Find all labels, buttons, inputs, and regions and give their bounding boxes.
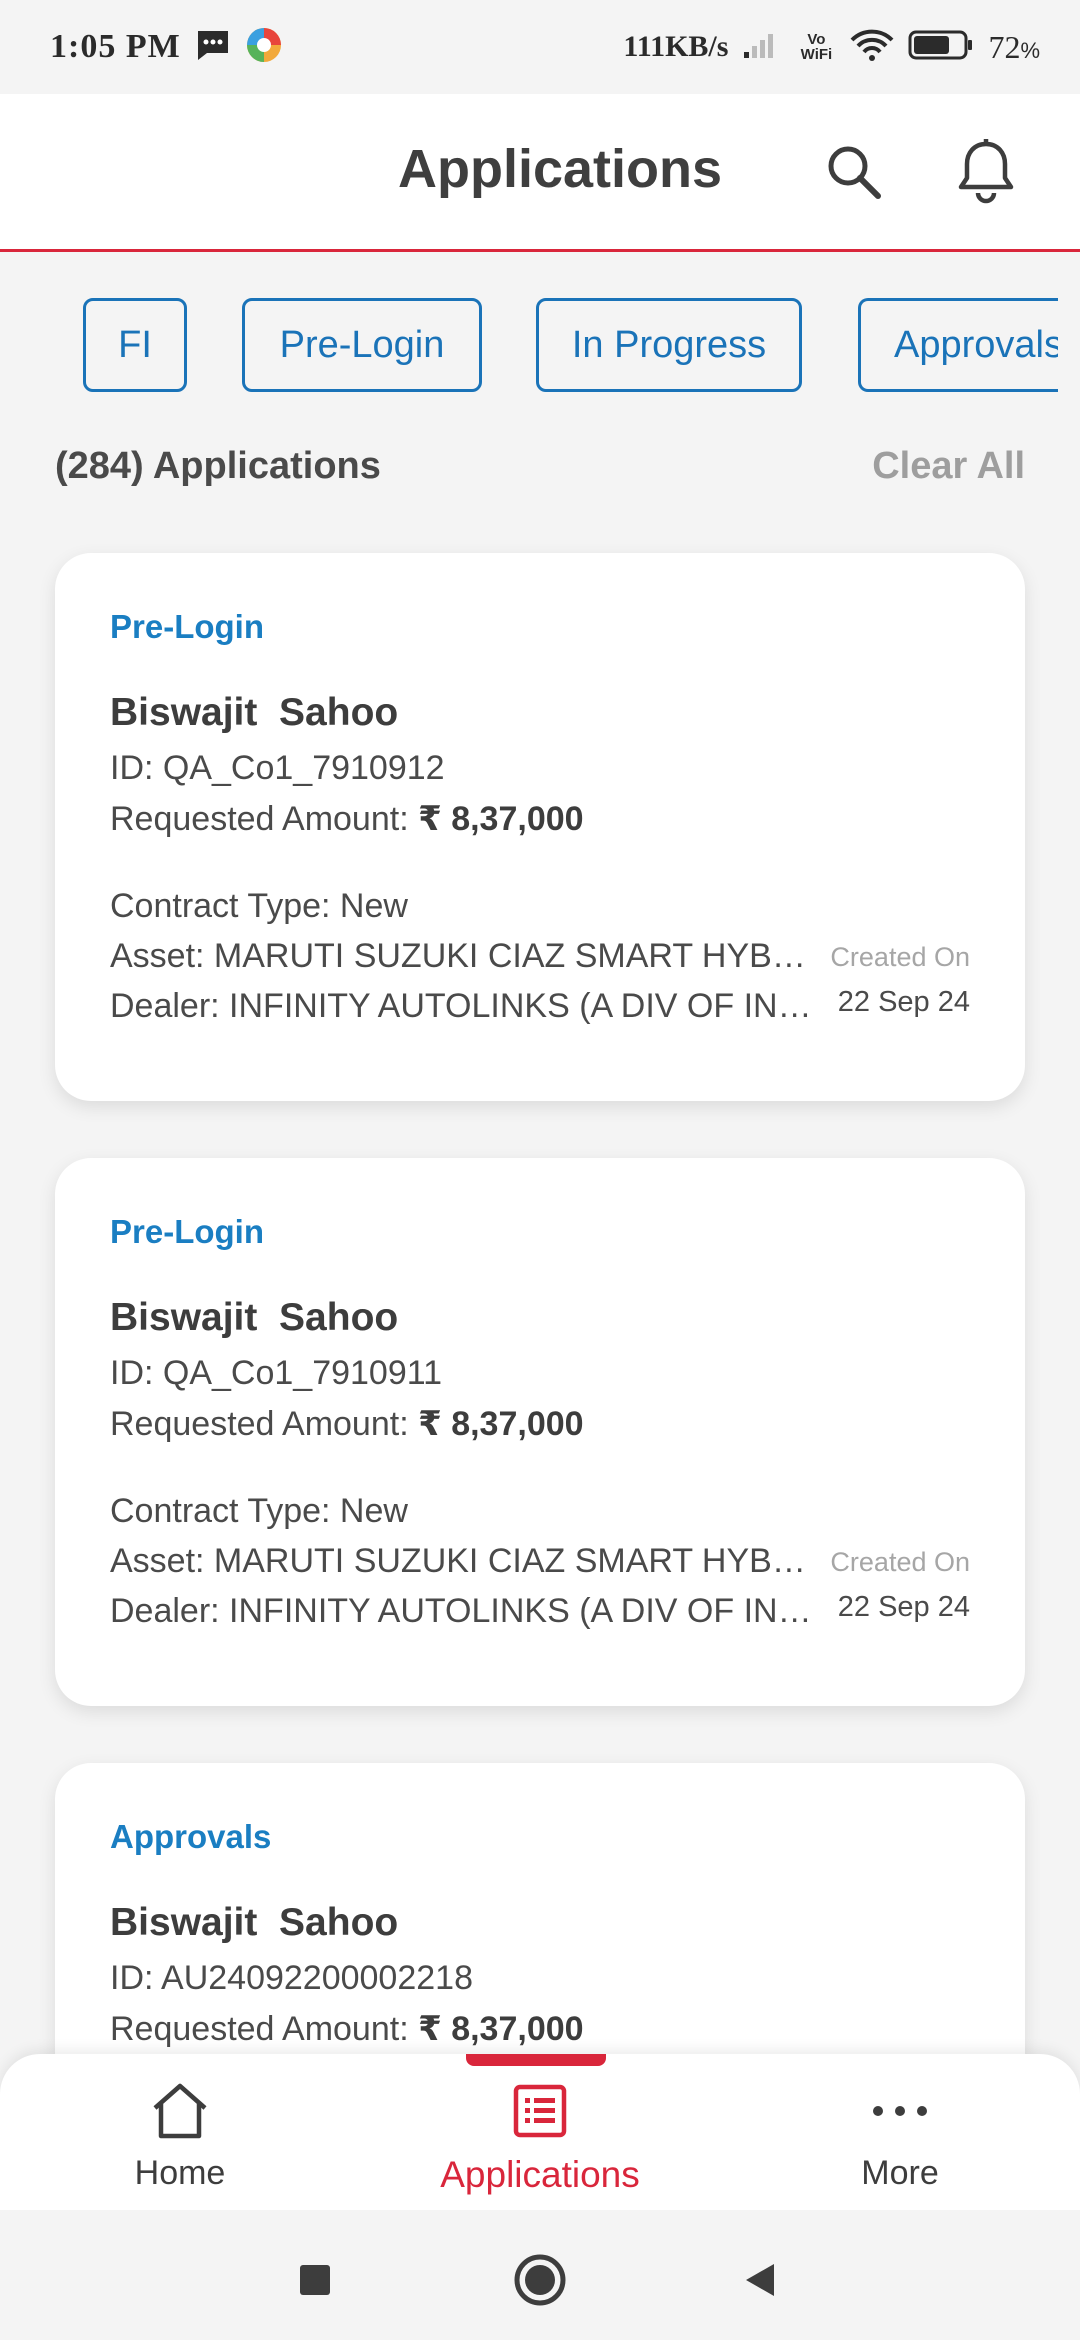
battery-percent-value: 72 bbox=[988, 28, 1021, 65]
bottom-navigation: Home Applications More bbox=[0, 2054, 1080, 2210]
created-on-date: 22 Sep 24 bbox=[837, 1591, 970, 1623]
recents-button[interactable] bbox=[285, 2250, 345, 2310]
wifi-icon bbox=[850, 28, 894, 67]
system-navigation-bar bbox=[0, 2210, 1080, 2340]
created-on-date: 22 Sep 24 bbox=[837, 986, 970, 1018]
dealer: Dealer: INFINITY AUTOLINKS (A DIV OF INF… bbox=[110, 987, 825, 1025]
battery-percent: 72% bbox=[988, 29, 1040, 66]
nav-more[interactable]: More bbox=[780, 2076, 1020, 2193]
applicant-name: Biswajit Sahoo bbox=[110, 1296, 399, 1339]
filter-chip-pre-login[interactable]: Pre-Login bbox=[242, 298, 482, 392]
application-id: ID: QA_Co1_7910912 bbox=[110, 749, 445, 787]
status-left: 1:05 PM bbox=[50, 26, 283, 69]
bell-icon bbox=[958, 139, 1014, 204]
system-home-button[interactable] bbox=[510, 2250, 570, 2310]
applicant-name: Biswajit Sahoo bbox=[110, 691, 399, 734]
requested-amount-label: Requested Amount: bbox=[110, 1405, 419, 1443]
recents-icon bbox=[300, 2265, 330, 2295]
clear-all-button[interactable]: Clear All bbox=[872, 445, 1025, 488]
app-header: Applications bbox=[0, 94, 1080, 252]
requested-amount: Requested Amount: ₹ 8,37,000 bbox=[110, 799, 584, 839]
nav-home[interactable]: Home bbox=[60, 2076, 300, 2193]
dealer: Dealer: INFINITY AUTOLINKS (A DIV OF INF… bbox=[110, 1592, 825, 1630]
application-card[interactable]: Pre-Login Biswajit Sahoo ID: QA_Co1_7910… bbox=[55, 1158, 1025, 1706]
back-icon bbox=[746, 2264, 774, 2296]
requested-amount-value: ₹ 8,37,000 bbox=[418, 1405, 584, 1443]
active-tab-indicator bbox=[466, 2054, 606, 2066]
filter-chip-fi[interactable]: FI bbox=[83, 298, 187, 392]
app-notification-icon bbox=[245, 26, 283, 69]
status-bar: 1:05 PM 111KB/s Vo WiFi 72% bbox=[0, 0, 1080, 94]
requested-amount: Requested Amount: ₹ 8,37,000 bbox=[110, 1404, 584, 1444]
application-status: Pre-Login bbox=[110, 608, 264, 645]
results-summary: (284) Applications Clear All bbox=[55, 436, 1025, 496]
network-speed: 111KB/s bbox=[623, 30, 729, 63]
application-id: ID: QA_Co1_7910911 bbox=[110, 1354, 443, 1392]
requested-amount-value: ₹ 8,37,000 bbox=[418, 2010, 584, 2048]
nav-home-label: Home bbox=[134, 2154, 226, 2192]
application-status: Approvals bbox=[110, 1818, 272, 1855]
requested-amount-label: Requested Amount: bbox=[110, 800, 419, 838]
requested-amount-value: ₹ 8,37,000 bbox=[418, 800, 584, 838]
status-right: 111KB/s Vo WiFi 72% bbox=[623, 28, 1040, 67]
requested-amount: Requested Amount: ₹ 8,37,000 bbox=[110, 2009, 584, 2049]
created-on-label: Created On bbox=[830, 942, 970, 972]
nav-more-label: More bbox=[861, 2154, 939, 2192]
asset: Asset: MARUTI SUZUKI CIAZ SMART HYBRID .… bbox=[110, 1542, 825, 1580]
filter-chip-in-progress[interactable]: In Progress bbox=[536, 298, 802, 392]
application-card[interactable]: Pre-Login Biswajit Sahoo ID: QA_Co1_7910… bbox=[55, 553, 1025, 1101]
home-icon bbox=[60, 2076, 300, 2146]
application-status: Pre-Login bbox=[110, 1213, 264, 1250]
status-time: 1:05 PM bbox=[50, 28, 181, 65]
contract-type: Contract Type: New bbox=[110, 887, 408, 925]
page-title: Applications bbox=[397, 139, 723, 199]
created-on-label: Created On bbox=[830, 1547, 970, 1577]
vowifi-icon: Vo WiFi bbox=[800, 31, 833, 63]
more-icon bbox=[780, 2076, 1020, 2146]
filter-chips: FI Pre-Login In Progress Approvals bbox=[0, 298, 1080, 394]
nav-applications[interactable]: Applications bbox=[420, 2076, 660, 2196]
application-id: ID: AU24092200002218 bbox=[110, 1959, 473, 1997]
back-button[interactable] bbox=[730, 2250, 790, 2310]
contract-type: Contract Type: New bbox=[110, 1492, 408, 1530]
filter-chip-approvals[interactable]: Approvals bbox=[858, 298, 1058, 392]
applicant-name: Biswajit Sahoo bbox=[110, 1901, 399, 1944]
home-circle-icon bbox=[514, 2254, 566, 2306]
search-button[interactable] bbox=[818, 136, 890, 208]
notifications-button[interactable] bbox=[950, 136, 1022, 208]
applications-icon bbox=[420, 2076, 660, 2146]
screen: 1:05 PM 111KB/s Vo WiFi 72% Applications… bbox=[0, 0, 1080, 2340]
asset: Asset: MARUTI SUZUKI CIAZ SMART HYBRID .… bbox=[110, 937, 825, 975]
applications-count: (284) Applications bbox=[55, 444, 381, 487]
signal-icon bbox=[742, 30, 782, 65]
message-icon bbox=[195, 28, 231, 67]
battery-icon bbox=[908, 29, 974, 66]
battery-percent-symbol: % bbox=[1020, 37, 1040, 63]
search-icon bbox=[828, 146, 881, 199]
nav-applications-label: Applications bbox=[440, 2154, 640, 2195]
requested-amount-label: Requested Amount: bbox=[110, 2010, 419, 2048]
